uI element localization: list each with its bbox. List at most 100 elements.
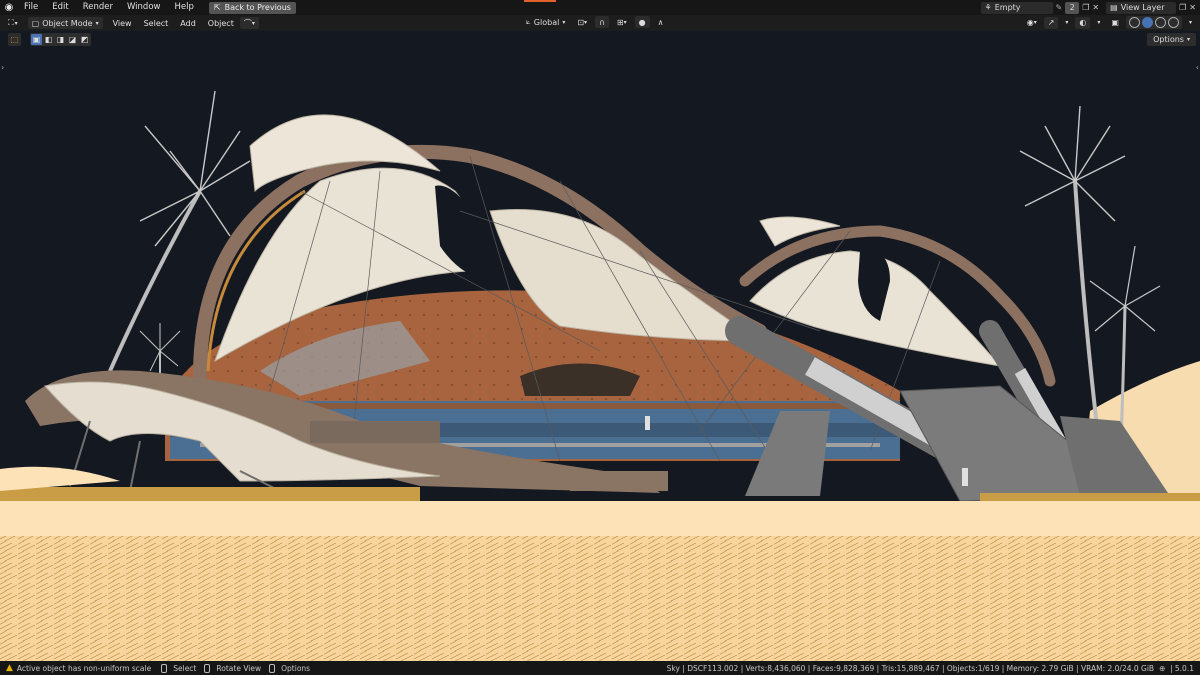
gizmo-options[interactable]: ▾ xyxy=(1061,17,1072,29)
select-tool-row: ⬚ ▣ ◧ ◨ ◪ ◩ xyxy=(8,33,91,46)
pin-icon[interactable]: ✎ xyxy=(1056,3,1063,12)
material-shading-icon[interactable] xyxy=(1154,17,1166,28)
menu-file[interactable]: File xyxy=(17,0,45,15)
status-warning-text: Active object has non-uniform scale xyxy=(16,663,152,673)
selection-mode-group: ▣ ◧ ◨ ◪ ◩ xyxy=(30,33,91,46)
curve-icon: ⌒ xyxy=(243,18,252,28)
chevron-down-icon: ▾ xyxy=(1097,19,1101,26)
pivot-point-dropdown[interactable]: ⊡ ▾ xyxy=(573,16,591,28)
object-mode-dropdown[interactable]: ▢ Object Mode ▾ xyxy=(27,17,103,29)
chevron-down-icon: ▾ xyxy=(95,19,99,27)
wireframe-shading-icon[interactable] xyxy=(1128,17,1140,28)
figure-person-2 xyxy=(962,468,968,486)
foreground-grass xyxy=(0,536,1200,661)
select-new-icon[interactable]: ▣ xyxy=(31,34,42,45)
scene-selector[interactable]: ⚘ Empty xyxy=(980,1,1053,14)
select-extend-icon[interactable]: ◧ xyxy=(43,34,54,45)
new-view-layer-icon[interactable]: ❐ xyxy=(1179,3,1186,12)
object-mode-label: Object Mode xyxy=(42,18,93,28)
delete-view-layer-icon[interactable]: ✕ xyxy=(1189,3,1196,12)
scene-user-count[interactable]: 2 xyxy=(1065,1,1080,14)
scene-controls: ⚘ Empty ✎ 2 ❐ ✕ ▤ View Layer ❐ ✕ xyxy=(980,1,1196,14)
globe-icon: ⊕ xyxy=(1159,663,1166,673)
select-invert-icon[interactable]: ◪ xyxy=(67,34,78,45)
menu-window[interactable]: Window xyxy=(120,0,168,15)
editor-type-icon: ⛶ xyxy=(8,18,14,27)
hint-select: Select xyxy=(173,663,197,673)
magnet-icon: ∩ xyxy=(599,17,605,27)
chevron-down-icon: ▾ xyxy=(1186,36,1190,43)
mouse-left-icon xyxy=(161,663,168,673)
select-subtract-icon[interactable]: ◨ xyxy=(55,34,66,45)
snap-increment-icon: ⊞ xyxy=(616,17,624,27)
mouse-right-icon xyxy=(269,663,276,673)
3d-viewport[interactable]: ⬚ ▣ ◧ ◨ ◪ ◩ Options ▾ › ‹ xyxy=(0,31,1200,661)
menu-view[interactable]: View xyxy=(107,19,138,28)
viewport-header: ⛶ ▾ ▢ Object Mode ▾ View Select Add Objec… xyxy=(0,15,1200,31)
chevron-down-icon: ▾ xyxy=(1188,19,1192,26)
pivot-icon: ⊡ xyxy=(577,17,585,27)
chevron-down-icon: ▾ xyxy=(251,19,255,27)
visibility-dropdown[interactable]: ◉ ▾ xyxy=(1023,17,1041,29)
chevron-down-icon: ▾ xyxy=(623,18,627,26)
front-rib-end xyxy=(570,471,668,491)
menu-render[interactable]: Render xyxy=(76,0,120,15)
object-mode-icon: ▢ xyxy=(31,18,40,28)
chevron-down-icon: ▾ xyxy=(1065,19,1069,26)
separator: | xyxy=(1170,663,1173,673)
warning-icon: ▲ xyxy=(6,663,13,673)
select-intersect-icon[interactable]: ◩ xyxy=(79,34,90,45)
new-scene-icon[interactable]: ❐ xyxy=(1082,3,1089,12)
blender-version: 5.0.1 xyxy=(1174,663,1194,673)
overlay-options[interactable]: ▾ xyxy=(1093,17,1104,29)
solid-shading-icon[interactable] xyxy=(1141,17,1153,28)
falloff-dropdown[interactable]: ∧ xyxy=(654,16,668,28)
eye-icon: ◉ xyxy=(1026,18,1034,27)
editor-type-button[interactable]: ⛶ ▾ xyxy=(4,17,22,29)
gizmo-dropdown[interactable]: ⌒ ▾ xyxy=(239,17,259,29)
rendered-shading-icon[interactable] xyxy=(1167,17,1179,28)
view-layer-name: View Layer xyxy=(1120,3,1165,12)
blender-logo-icon[interactable]: ◉ xyxy=(1,0,17,15)
proportional-edit-toggle[interactable]: ● xyxy=(634,16,650,28)
menu-edit[interactable]: Edit xyxy=(45,0,75,15)
active-workspace-indicator xyxy=(524,0,556,2)
chevron-down-icon: ▾ xyxy=(14,19,18,27)
overlay-toggle[interactable]: ◐ xyxy=(1075,16,1091,29)
chevron-down-icon: ▾ xyxy=(1033,19,1037,26)
menu-select[interactable]: Select xyxy=(138,19,175,28)
view-layer-selector[interactable]: ▤ View Layer xyxy=(1106,1,1177,14)
options-label: Options xyxy=(1153,35,1184,44)
shading-options[interactable]: ▾ xyxy=(1185,17,1196,29)
toolbar-expand-icon[interactable]: › xyxy=(1,63,4,72)
hint-options: Options xyxy=(281,663,311,673)
display-tools: ◉ ▾ ↗ ▾ ◐ ▾ ▣ ▾ xyxy=(1023,16,1196,29)
proportional-icon: ● xyxy=(638,17,646,27)
menu-add[interactable]: Add xyxy=(174,19,202,28)
select-box-tool-icon[interactable]: ⬚ xyxy=(8,33,21,46)
figure-person-1 xyxy=(645,416,650,430)
falloff-curve-icon: ∧ xyxy=(657,17,664,27)
back-icon: ⇱ xyxy=(213,3,221,12)
snap-toggle[interactable]: ∩ xyxy=(595,16,609,28)
snap-target-dropdown[interactable]: ⊞ ▾ xyxy=(613,16,631,28)
transform-tools: ⟀ Global ▾ ⊡ ▾ ∩ ⊞ ▾ ● ∧ xyxy=(522,16,667,28)
back-to-previous-button[interactable]: ⇱ Back to Previous xyxy=(208,1,296,14)
overlay-icon: ◐ xyxy=(1079,18,1087,27)
transform-orientation-dropdown[interactable]: ⟀ Global ▾ xyxy=(522,16,569,28)
options-dropdown[interactable]: Options ▾ xyxy=(1147,33,1196,46)
orientation-icon: ⟀ xyxy=(526,17,531,26)
menu-help[interactable]: Help xyxy=(167,0,200,15)
xray-toggle[interactable]: ▣ xyxy=(1107,17,1123,29)
back-to-previous-label: Back to Previous xyxy=(224,3,291,12)
top-menu-bar: ◉ File Edit Render Window Help ⇱ Back to… xyxy=(0,0,1200,15)
transform-orientation-label: Global xyxy=(533,17,560,27)
sidebar-expand-icon[interactable]: ‹ xyxy=(1196,63,1199,72)
grass-strip-left xyxy=(0,487,420,501)
scene-render xyxy=(0,31,1200,661)
menu-object[interactable]: Object xyxy=(202,19,240,28)
status-left: ▲ Active object has non-uniform scale Se… xyxy=(6,663,310,673)
status-bar: ▲ Active object has non-uniform scale Se… xyxy=(0,661,1200,675)
gizmo-toggle[interactable]: ↗ xyxy=(1043,16,1059,29)
delete-scene-icon[interactable]: ✕ xyxy=(1092,3,1099,12)
